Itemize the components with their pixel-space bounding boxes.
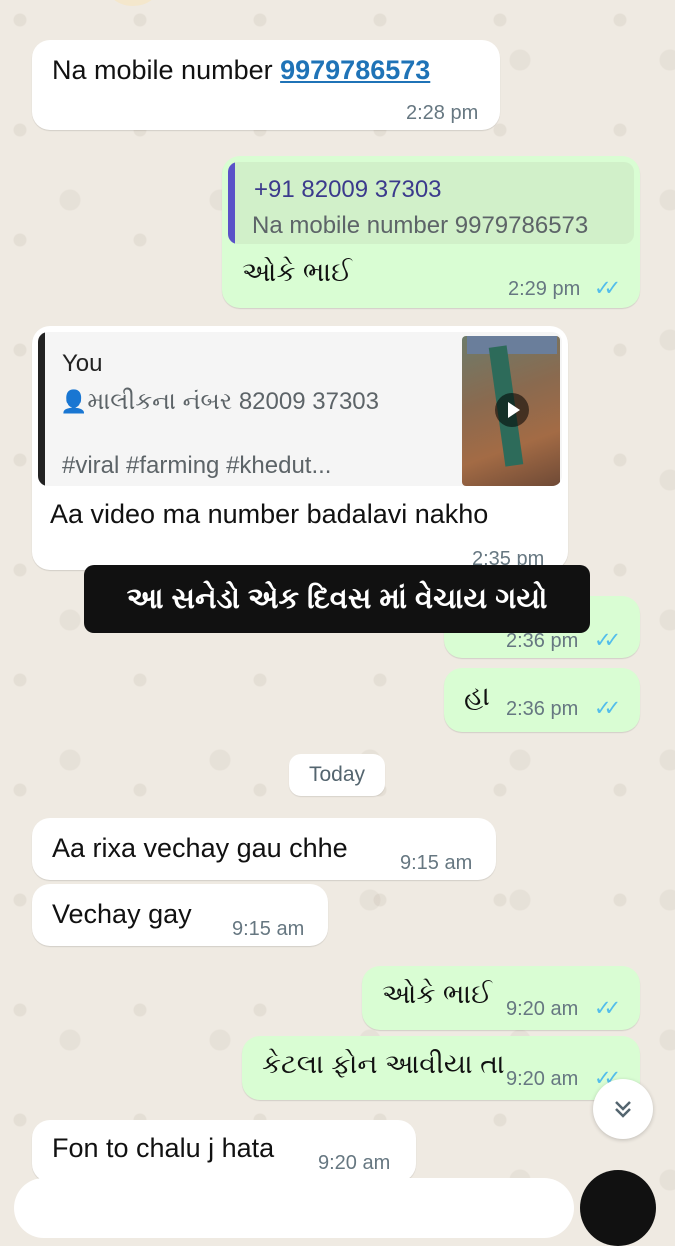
message-text: હા bbox=[464, 681, 490, 711]
date-divider: Today bbox=[289, 754, 385, 796]
reply-quote[interactable]: +91 82009 37303 Na mobile number 9979786… bbox=[228, 162, 634, 244]
message-time: 9:20 am bbox=[318, 1152, 391, 1174]
message-incoming[interactable]: Na mobile number 9979786573 2:28 pm bbox=[32, 40, 500, 130]
message-time: 9:15 am bbox=[400, 852, 473, 874]
play-icon bbox=[495, 393, 529, 427]
message-text: Aa video ma number badalavi nakho bbox=[50, 499, 489, 529]
message-time: 2:28 pm bbox=[406, 102, 479, 124]
mic-button[interactable] bbox=[580, 1170, 656, 1246]
quote-accent-bar bbox=[38, 332, 45, 486]
message-time: 2:36 pm bbox=[506, 630, 579, 652]
message-text: Aa rixa vechay gau chhe bbox=[52, 833, 348, 863]
message-text: કેટલા ફોન આવીયા તા bbox=[262, 1049, 505, 1079]
read-ticks-icon: ✓✓ bbox=[594, 277, 621, 300]
message-text: Na mobile number 9979786573 bbox=[52, 55, 431, 85]
message-text: ઓકે ભાઈ bbox=[242, 257, 352, 287]
message-time: 2:29 pm bbox=[508, 278, 581, 300]
phone-link[interactable]: 9979786573 bbox=[280, 55, 430, 85]
quote-hashtags: #viral #farming #khedut... bbox=[62, 452, 332, 479]
message-incoming[interactable]: Aa rixa vechay gau chhe 9:15 am bbox=[32, 818, 496, 880]
person-icon: 👤 bbox=[60, 389, 88, 414]
message-outgoing[interactable]: ઓકે ભાઈ 9:20 am ✓✓ bbox=[362, 966, 640, 1030]
message-text: Fon to chalu j hata bbox=[52, 1133, 275, 1163]
read-ticks-icon: ✓✓ bbox=[594, 697, 621, 720]
quote-sender: You bbox=[62, 350, 103, 377]
quote-accent-bar bbox=[228, 162, 235, 244]
message-text: Vechay gay bbox=[52, 899, 192, 929]
thumbnail-detail bbox=[467, 336, 557, 354]
message-outgoing[interactable]: +91 82009 37303 Na mobile number 9979786… bbox=[222, 156, 640, 308]
quote-text: Na mobile number 9979786573 bbox=[252, 212, 589, 239]
quote-sender: +91 82009 37303 bbox=[254, 176, 442, 203]
message-incoming[interactable]: Vechay gay 9:15 am bbox=[32, 884, 328, 946]
double-chevron-down-icon bbox=[615, 1101, 631, 1118]
caption-banner: આ સનેડો એક દિવસ માં વેચાય ગયો bbox=[84, 565, 590, 633]
message-time: 9:20 am bbox=[506, 1068, 579, 1090]
read-ticks-icon: ✓✓ bbox=[594, 629, 621, 652]
reply-quote[interactable]: You 👤માલીકના નંબર 82009 37303 #viral #fa… bbox=[38, 332, 562, 486]
scroll-to-bottom-button[interactable] bbox=[593, 1079, 653, 1139]
read-ticks-icon: ✓✓ bbox=[594, 997, 621, 1020]
message-outgoing[interactable]: કેટલા ફોન આવીયા તા 9:20 am ✓✓ bbox=[242, 1036, 640, 1100]
video-thumbnail[interactable] bbox=[462, 336, 560, 486]
message-text: ઓકે ભાઈ bbox=[382, 979, 492, 1009]
quote-text: 👤માલીકના નંબર 82009 37303 bbox=[60, 388, 379, 415]
message-time: 9:20 am bbox=[506, 998, 579, 1020]
message-time: 2:36 pm bbox=[506, 698, 579, 720]
message-outgoing[interactable]: હા 2:36 pm ✓✓ bbox=[444, 668, 640, 732]
message-incoming[interactable]: You 👤માલીકના નંબર 82009 37303 #viral #fa… bbox=[32, 326, 568, 570]
message-input[interactable] bbox=[14, 1178, 574, 1238]
message-time: 9:15 am bbox=[232, 918, 305, 940]
message-incoming[interactable]: Fon to chalu j hata 9:20 am bbox=[32, 1120, 416, 1182]
